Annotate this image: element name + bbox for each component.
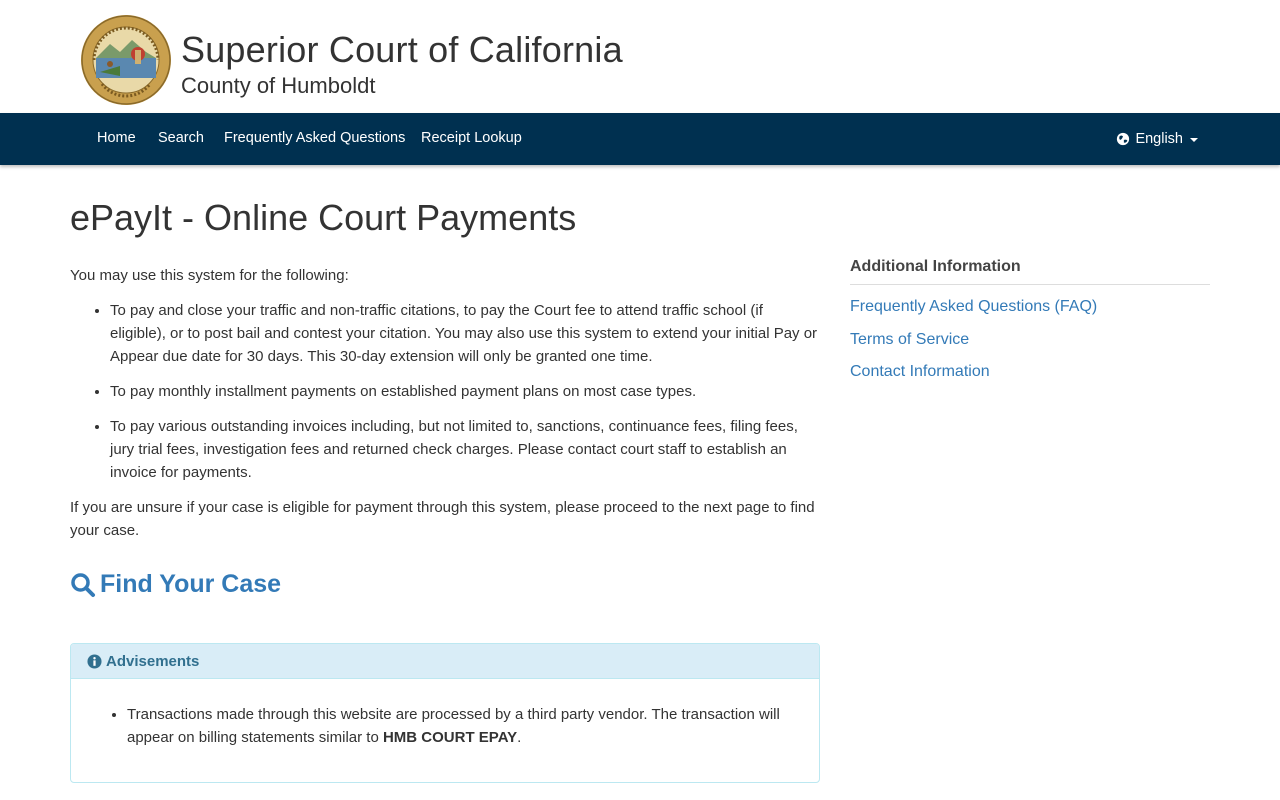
outro-text: If you are unsure if your case is eligib… bbox=[70, 499, 815, 539]
advisements-body: Transactions made through this website a… bbox=[71, 679, 819, 749]
caret-down-icon bbox=[1190, 138, 1198, 142]
nav-home[interactable]: Home bbox=[97, 113, 136, 165]
info-icon bbox=[87, 653, 102, 669]
find-your-case-label: Find Your Case bbox=[100, 570, 282, 598]
language-label: English bbox=[1135, 131, 1183, 147]
sidebar: Additional Information Frequently Asked … bbox=[850, 258, 1210, 395]
list-item: To pay and close your traffic and non-tr… bbox=[110, 299, 820, 368]
advisements-panel: Advisements Transactions made through th… bbox=[70, 643, 820, 783]
court-subtitle: County of Humboldt bbox=[181, 73, 376, 98]
faq-link[interactable]: Frequently Asked Questions (FAQ) bbox=[850, 297, 1210, 317]
contact-information-link[interactable]: Contact Information bbox=[850, 362, 1210, 382]
page-title: ePayIt - Online Court Payments bbox=[70, 197, 577, 238]
main-navbar: Home Search Frequently Asked Questions R… bbox=[0, 113, 1280, 165]
court-title: Superior Court of California bbox=[181, 29, 623, 70]
list-item: To pay various outstanding invoices incl… bbox=[110, 415, 820, 484]
state-seal-icon bbox=[81, 15, 171, 105]
language-dropdown[interactable]: English bbox=[1116, 113, 1198, 165]
find-your-case-link[interactable]: Find Your Case bbox=[70, 570, 281, 599]
nav-receipt-lookup[interactable]: Receipt Lookup bbox=[421, 113, 522, 165]
advisement-punct: . bbox=[517, 729, 522, 746]
search-icon bbox=[71, 572, 95, 597]
advisements-heading: Advisements bbox=[71, 644, 819, 679]
intro-text: You may use this system for the followin… bbox=[70, 267, 349, 284]
main-content: You may use this system for the followin… bbox=[70, 264, 820, 554]
site-header: Superior Court of California County of H… bbox=[0, 0, 1280, 113]
nav-search[interactable]: Search bbox=[158, 113, 204, 165]
advisements-title: Advisements bbox=[106, 652, 200, 670]
advisement-item: Transactions made through this website a… bbox=[127, 703, 781, 749]
list-item: To pay monthly installment payments on e… bbox=[110, 380, 820, 403]
usage-list: To pay and close your traffic and non-tr… bbox=[110, 299, 820, 484]
globe-icon bbox=[1117, 132, 1130, 146]
additional-info-heading: Additional Information bbox=[850, 258, 1210, 285]
terms-of-service-link[interactable]: Terms of Service bbox=[850, 330, 1210, 350]
nav-faq[interactable]: Frequently Asked Questions bbox=[224, 113, 405, 165]
billing-descriptor: HMB COURT EPAY bbox=[382, 729, 518, 746]
